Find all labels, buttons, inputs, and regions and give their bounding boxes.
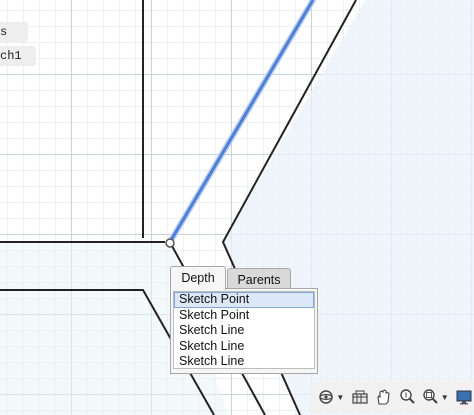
- sketch-point[interactable]: [165, 238, 175, 248]
- zoom-icon: [399, 389, 415, 404]
- list-item-sketch-line-1[interactable]: Sketch Line: [174, 323, 314, 339]
- selection-list: Sketch Point Sketch Point Sketch Line Sk…: [173, 291, 315, 369]
- selection-filter-panel: Depth Parents Sketch Point Sketch Point …: [170, 266, 318, 374]
- list-item-sketch-line-2[interactable]: Sketch Line: [174, 339, 314, 355]
- zoom-dropdown-icon[interactable]: ▼: [441, 393, 449, 402]
- browser-item-label: s: [0, 25, 8, 39]
- tab-parents-label: Parents: [237, 273, 281, 287]
- look-at-icon: [352, 390, 368, 404]
- pan-button[interactable]: [374, 386, 393, 408]
- tab-depth-label: Depth: [181, 271, 215, 285]
- tab-parents[interactable]: Parents: [227, 268, 291, 290]
- orbit-button[interactable]: [316, 386, 335, 408]
- display-settings-button[interactable]: [455, 386, 474, 408]
- pan-icon: [377, 389, 390, 405]
- orbit-dropdown-icon[interactable]: ▼: [336, 393, 344, 402]
- list-item-sketch-point-2[interactable]: Sketch Point: [174, 308, 314, 324]
- browser-item-label: ch1: [0, 49, 22, 63]
- sketch-canvas[interactable]: s ch1 Depth Parents Sketch Point Sketch …: [0, 0, 474, 415]
- navigation-toolbar: ▼ ▼: [310, 381, 474, 413]
- browser-item-sketches[interactable]: s: [0, 22, 28, 42]
- browser-item-sketch1[interactable]: ch1: [0, 46, 36, 66]
- display-settings-icon: [456, 390, 472, 405]
- orbit-icon: [318, 390, 333, 404]
- look-at-button[interactable]: [350, 386, 369, 408]
- selection-list-box: Sketch Point Sketch Point Sketch Line Sk…: [170, 288, 318, 374]
- zoom-window-button[interactable]: [420, 386, 439, 408]
- zoom-window-icon: [423, 389, 438, 404]
- list-item-sketch-line-3[interactable]: Sketch Line: [174, 354, 314, 370]
- tab-depth[interactable]: Depth: [170, 266, 226, 290]
- zoom-button[interactable]: [397, 386, 416, 408]
- list-item-sketch-point-1[interactable]: Sketch Point: [174, 292, 314, 308]
